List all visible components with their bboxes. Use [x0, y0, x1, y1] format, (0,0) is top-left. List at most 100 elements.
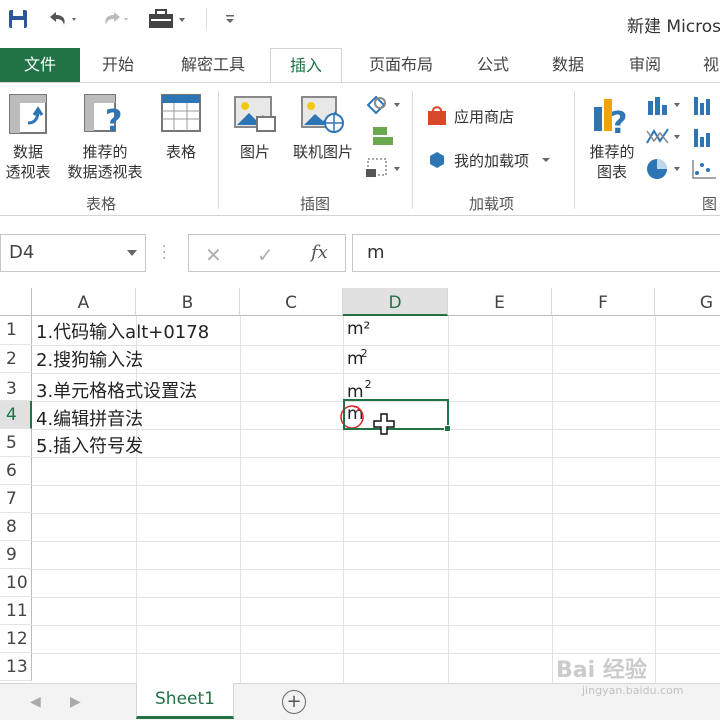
recommended-pivot-button[interactable]: ? 推荐的 数据透视表 [60, 93, 150, 182]
undo-icon[interactable] [44, 6, 82, 32]
grid-line [32, 513, 720, 514]
row-header-10[interactable]: 10 [0, 569, 32, 597]
cell-a5[interactable]: 5.插入符号发 [32, 432, 143, 458]
enter-icon[interactable]: ✓ [257, 243, 274, 267]
cell-a1[interactable]: 1.代码输入alt+0178 [32, 318, 209, 344]
row-header-7[interactable]: 7 [0, 485, 32, 513]
screenshot-button[interactable] [364, 157, 404, 184]
select-all-button[interactable] [0, 288, 32, 316]
ribbon-tabs: 文件 开始 解密工具 插入 页面布局 公式 数据 审阅 视 [0, 48, 720, 83]
formula-input[interactable]: m [352, 234, 720, 272]
smartart-icon [373, 127, 393, 145]
my-addins-button[interactable]: 我的加载项 [426, 149, 553, 171]
group-separator [218, 91, 219, 209]
grid-line [32, 569, 720, 570]
fill-handle[interactable] [444, 425, 451, 432]
tab-view[interactable]: 视 [696, 48, 720, 82]
add-sheet-button[interactable]: + [282, 690, 306, 714]
store-label: 应用商店 [454, 107, 515, 126]
line-chart-button[interactable] [644, 125, 684, 154]
row-header-8[interactable]: 8 [0, 513, 32, 541]
column-header-e[interactable]: E [448, 288, 552, 316]
sheet-tab-sheet1[interactable]: Sheet1 [136, 683, 234, 719]
save-icon[interactable] [6, 6, 30, 32]
row-header-6[interactable]: 6 [0, 457, 32, 485]
area-chart-button[interactable] [690, 125, 720, 154]
tables-group-label: 表格 [86, 195, 117, 213]
store-button[interactable]: 应用商店 [426, 105, 514, 127]
pivot-table-icon [2, 93, 54, 140]
column-header-c[interactable]: C [240, 288, 343, 316]
name-box[interactable]: D4 [0, 234, 146, 272]
tab-data[interactable]: 数据 [540, 48, 596, 82]
tab-home[interactable]: 开始 [88, 48, 148, 82]
row-header-1[interactable]: 1 [0, 316, 32, 345]
column-header-a[interactable]: A [32, 288, 136, 316]
scroll-left-icon[interactable]: ◀ [30, 694, 41, 710]
cancel-icon[interactable]: ✕ [205, 243, 222, 267]
column-header-d[interactable]: D [343, 288, 448, 316]
more-options-icon[interactable]: · · · [162, 240, 166, 266]
online-picture-button[interactable]: 联机图片 [286, 93, 360, 162]
tab-formulas[interactable]: 公式 [466, 48, 520, 82]
recommended-charts-icon: ? [584, 93, 640, 141]
redo-icon[interactable] [96, 6, 134, 32]
charts-group-label: 图 [702, 195, 718, 213]
recommended-pivot-label-1: 推荐的 [82, 143, 128, 161]
column-chart-icon [648, 97, 680, 115]
column-header-f[interactable]: F [552, 288, 655, 316]
customize-qat-icon[interactable] [222, 6, 238, 32]
illustrations-group-label: 插图 [300, 195, 331, 213]
row-header-11[interactable]: 11 [0, 597, 32, 625]
line-chart-icon [646, 128, 680, 144]
column-chart-button[interactable] [644, 93, 684, 122]
recommended-charts-button[interactable]: ? 推荐的 图表 [584, 93, 640, 182]
worksheet-grid: A B C D E F G 1 2 3 4 5 6 7 8 9 10 11 12… [0, 288, 720, 683]
grid-line [32, 373, 720, 374]
pivot-table-label-2: 透视表 [5, 163, 51, 181]
cell-a3[interactable]: 3.单元格格式设置法 [32, 377, 197, 403]
table-label: 表格 [165, 143, 196, 161]
row-header-4[interactable]: 4 [0, 401, 32, 429]
tab-file[interactable]: 文件 [0, 48, 80, 82]
tab-page-layout[interactable]: 页面布局 [356, 48, 446, 82]
shapes-button[interactable] [364, 93, 404, 120]
pivot-table-button[interactable]: 数据 透视表 [2, 93, 54, 182]
row-header-9[interactable]: 9 [0, 541, 32, 569]
cell-d2[interactable]: m2 [343, 347, 368, 369]
recommended-charts-label-2: 图表 [596, 163, 627, 181]
row-header-13[interactable]: 13 [0, 653, 32, 681]
shapes-icon [366, 95, 400, 115]
formula-buttons: ✕ ✓ fx [188, 234, 346, 272]
row-header-12[interactable]: 12 [0, 625, 32, 653]
table-button[interactable]: 表格 [156, 93, 206, 162]
scatter-chart-button[interactable] [690, 157, 720, 186]
ribbon: 数据 透视表 ? 推荐的 数据透视表 表格 表格 图片 联机图片 插图 应用商店… [0, 82, 720, 216]
row-header-5[interactable]: 5 [0, 429, 32, 457]
tab-review[interactable]: 审阅 [616, 48, 674, 82]
picture-label: 图片 [239, 143, 270, 161]
pie-chart-button[interactable] [644, 157, 684, 186]
scroll-right-icon[interactable]: ▶ [70, 694, 81, 710]
grid-line [552, 316, 553, 683]
insert-function-button[interactable]: fx [311, 242, 328, 263]
tab-decrypt-tools[interactable]: 解密工具 [168, 48, 258, 82]
cell-a2[interactable]: 2.搜狗输入法 [32, 346, 143, 372]
column-header-g[interactable]: G [655, 288, 720, 316]
tab-insert[interactable]: 插入 [270, 48, 342, 83]
toolbox-icon[interactable] [146, 6, 190, 32]
bar-chart-button[interactable] [690, 93, 720, 122]
cell-a4[interactable]: 4.编辑拼音法 [32, 405, 143, 431]
area-chart-icon [694, 129, 710, 147]
group-separator [412, 91, 413, 209]
column-header-b[interactable]: B [136, 288, 240, 316]
row-header-2[interactable]: 2 [0, 345, 32, 373]
online-picture-label: 联机图片 [292, 143, 353, 161]
chevron-down-icon[interactable] [127, 250, 137, 256]
cell-d1[interactable]: m² [343, 319, 370, 339]
grid-line [655, 316, 656, 683]
picture-button[interactable]: 图片 [230, 93, 280, 162]
grid-line [32, 625, 720, 626]
row-header-3[interactable]: 3 [0, 373, 32, 401]
smartart-button[interactable] [364, 125, 404, 152]
